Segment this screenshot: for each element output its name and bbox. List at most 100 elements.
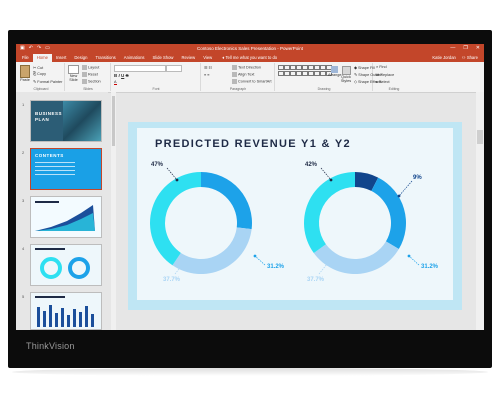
find-icon: ⌕ bbox=[376, 65, 379, 69]
donut-slice[interactable] bbox=[313, 241, 399, 274]
label-marker-dot bbox=[397, 194, 401, 198]
align-text-button[interactable]: Align Text bbox=[232, 72, 254, 77]
align-buttons[interactable]: ≡ ≡ bbox=[204, 73, 210, 77]
label-leader-line bbox=[318, 263, 328, 275]
thumbnail-title: BUSINESS PLAN bbox=[35, 111, 63, 122]
layout-button[interactable]: Layout bbox=[82, 65, 99, 70]
paste-icon bbox=[20, 65, 30, 78]
font-family-select[interactable] bbox=[114, 65, 166, 72]
tab-review[interactable]: Review bbox=[177, 54, 199, 62]
font-group: B I U S A Font bbox=[112, 63, 201, 91]
brush-icon: ✎ bbox=[33, 80, 37, 84]
donut-charts[interactable]: 47% 31.2% 37.7% 42% 9% 31.2% 37.7% bbox=[137, 128, 453, 300]
donut-label: 31.2% bbox=[267, 264, 285, 270]
section-button[interactable]: Section bbox=[82, 79, 101, 84]
text-direction-button[interactable]: Text Direction bbox=[232, 65, 261, 70]
tab-transitions[interactable]: Transitions bbox=[91, 54, 119, 62]
tab-view[interactable]: View bbox=[199, 54, 216, 62]
thumbnail-number: 4 bbox=[22, 246, 25, 251]
font-color-button[interactable]: A bbox=[114, 80, 117, 85]
arrange-button[interactable]: Arrange bbox=[328, 66, 342, 77]
shapes-gallery[interactable] bbox=[278, 65, 332, 76]
font-format-buttons[interactable]: B I U S bbox=[114, 73, 129, 78]
paste-button[interactable]: Paste bbox=[19, 65, 31, 82]
donut-slice[interactable] bbox=[201, 172, 252, 230]
slide-thumbnail-4[interactable] bbox=[30, 244, 102, 286]
donut-slice[interactable] bbox=[149, 172, 201, 266]
arrange-label: Arrange bbox=[328, 73, 342, 77]
find-button[interactable]: ⌕ Find bbox=[376, 65, 387, 69]
user-name[interactable]: Katie Jordan bbox=[432, 55, 456, 60]
list-buttons[interactable]: ☰ ☷ bbox=[204, 65, 212, 70]
label-leader-line bbox=[320, 167, 332, 181]
donut-label: 42% bbox=[305, 162, 318, 168]
font-color-icon: A bbox=[114, 80, 117, 85]
copy-button[interactable]: ⎘ Copy bbox=[33, 72, 46, 76]
label-marker-dot bbox=[175, 178, 179, 182]
tab-animations[interactable]: Animations bbox=[120, 54, 149, 62]
donut-label: 47% bbox=[151, 162, 164, 168]
slides-group: New Slide Layout Reset Section Slides bbox=[66, 63, 111, 91]
donut-slice[interactable] bbox=[304, 172, 355, 254]
paragraph-group-label: Paragraph bbox=[229, 87, 247, 91]
underline-icon[interactable]: U bbox=[121, 73, 124, 78]
shape-fill-button[interactable]: ◆ Shape Fill bbox=[354, 65, 375, 70]
align-text-label: Align Text bbox=[238, 72, 255, 77]
tab-insert[interactable]: Insert bbox=[52, 54, 70, 62]
find-label: Find bbox=[379, 65, 387, 69]
tell-me-box[interactable]: ♦ Tell me what you want to do bbox=[220, 54, 279, 62]
quick-styles-button[interactable]: Quick Styles bbox=[340, 66, 352, 83]
slide-scrollbar[interactable] bbox=[476, 92, 484, 330]
numbering-icon[interactable]: ☷ bbox=[208, 66, 211, 70]
thumbnails-scrollbar-thumb[interactable] bbox=[112, 96, 115, 146]
font-size-select[interactable] bbox=[166, 65, 182, 72]
slide-scrollbar-thumb[interactable] bbox=[477, 130, 483, 144]
close-button[interactable]: ✕ bbox=[476, 45, 480, 51]
minimize-button[interactable]: — bbox=[450, 45, 455, 51]
replace-icon: ⇄ bbox=[376, 73, 380, 77]
scissors-icon: ✂ bbox=[33, 66, 37, 70]
bold-icon[interactable]: B bbox=[114, 73, 117, 78]
thumbnail-number: 3 bbox=[22, 198, 25, 203]
tab-slide-show[interactable]: Slide Show bbox=[149, 54, 178, 62]
thumbnail-area-chart bbox=[35, 205, 95, 231]
align-center-icon[interactable]: ≡ bbox=[207, 73, 209, 77]
slide-thumbnail-5[interactable] bbox=[30, 292, 102, 330]
select-button[interactable]: ▸ Select bbox=[376, 79, 390, 84]
reset-button[interactable]: Reset bbox=[82, 72, 98, 77]
donut-label: 31.2% bbox=[421, 264, 439, 270]
new-slide-button[interactable]: New Slide bbox=[67, 65, 80, 82]
cut-button[interactable]: ✂ Cut bbox=[33, 65, 43, 70]
powerpoint-window: ▣ ↶ ↷ ▭ Contoso Electronics Sales Presen… bbox=[16, 44, 484, 330]
italic-icon[interactable]: I bbox=[119, 73, 120, 78]
slide-thumbnail-1[interactable]: BUSINESS PLAN bbox=[30, 100, 102, 142]
convert-smartart-button[interactable]: Convert to SmartArt bbox=[232, 79, 272, 84]
paste-label: Paste bbox=[20, 78, 30, 82]
tell-me-text: Tell me what you want to do bbox=[225, 55, 278, 60]
replace-button[interactable]: ⇄ Replace bbox=[376, 72, 394, 77]
quick-styles-label: Quick Styles bbox=[340, 75, 352, 83]
share-button[interactable]: ⚇ Share bbox=[462, 55, 478, 60]
donut-slice[interactable] bbox=[172, 227, 252, 274]
effects-icon: ◇ bbox=[354, 80, 357, 84]
thumbnail-number: 2 bbox=[22, 150, 25, 155]
text-direction-icon bbox=[232, 65, 237, 70]
label-leader-line bbox=[408, 255, 420, 266]
label-marker-dot bbox=[325, 262, 329, 266]
label-marker-dot bbox=[407, 254, 411, 258]
bullets-icon[interactable]: ☰ bbox=[204, 66, 207, 70]
align-left-icon[interactable]: ≡ bbox=[204, 73, 206, 77]
tab-file[interactable]: File bbox=[18, 54, 33, 62]
section-label: Section bbox=[88, 79, 101, 84]
format-painter-button[interactable]: ✎ Format Painter bbox=[33, 79, 62, 84]
slide-thumbnail-3[interactable] bbox=[30, 196, 102, 238]
donut-slice[interactable] bbox=[371, 177, 406, 250]
maximize-button[interactable]: ❐ bbox=[463, 45, 467, 51]
tab-home[interactable]: Home bbox=[32, 54, 52, 62]
title-bar: ▣ ↶ ↷ ▭ Contoso Electronics Sales Presen… bbox=[16, 44, 484, 53]
slide-canvas[interactable]: PREDICTED REVENUE Y1 & Y2 47% 31.2% 37.7% 4… bbox=[128, 122, 462, 310]
tab-design[interactable]: Design bbox=[70, 54, 91, 62]
slide-thumbnail-2[interactable]: CONTENTS bbox=[30, 148, 102, 190]
strikethrough-icon[interactable]: S bbox=[126, 73, 129, 78]
clipboard-group-label: Clipboard bbox=[33, 87, 49, 91]
